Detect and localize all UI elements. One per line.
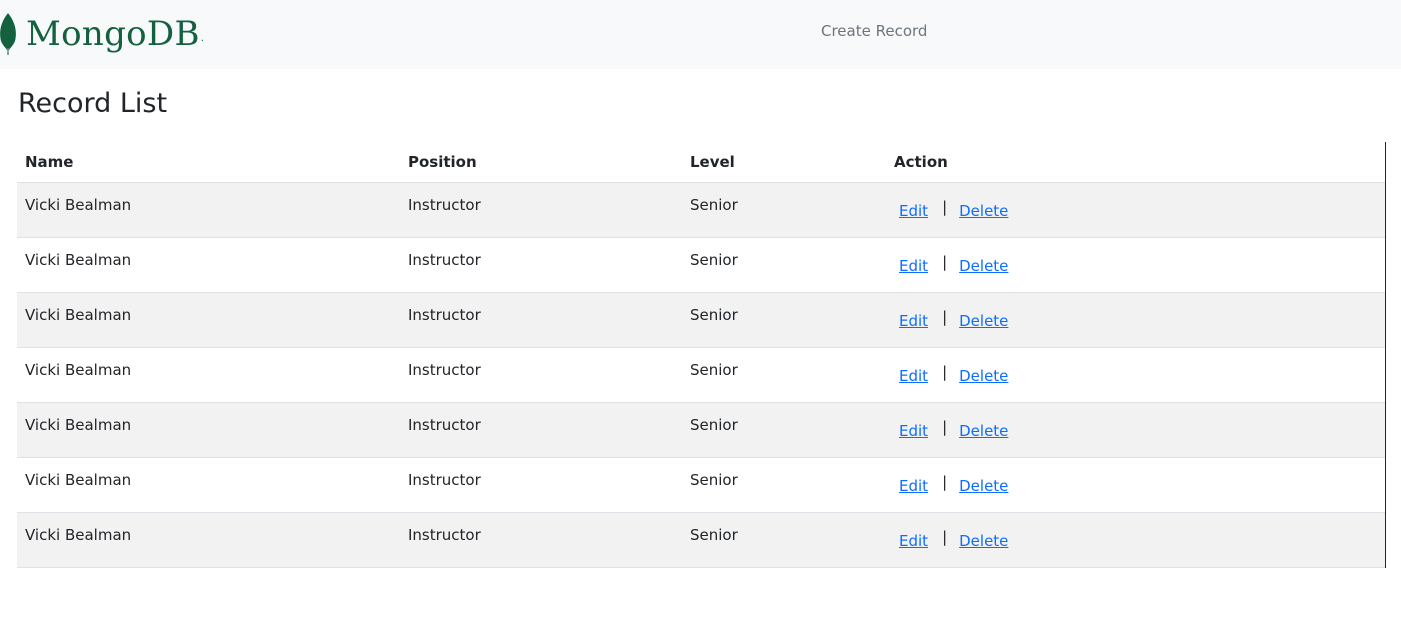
delete-link[interactable]: Delete [959,367,1008,385]
record-table-container: Name Position Level Action Vicki Bealman… [17,142,1386,568]
table-row: Vicki Bealman Instructor Senior Edit | Del… [17,457,1385,513]
cell-level: Senior [682,457,886,513]
cell-position: Instructor [400,292,682,348]
cell-action: Edit | Delete [886,182,1385,238]
cell-action: Edit | Delete [886,347,1385,403]
delete-link[interactable]: Delete [959,422,1008,440]
cell-action: Edit | Delete [886,512,1385,568]
header-position: Position [400,142,682,183]
delete-link[interactable]: Delete [959,532,1008,550]
table-header: Name Position Level Action [17,142,1385,183]
brand-logo-link[interactable]: MongoDB . [0,10,204,58]
cell-action: Edit | Delete [886,457,1385,513]
table-body: Vicki Bealman Instructor Senior Edit | Del… [17,182,1385,568]
cell-position: Instructor [400,237,682,293]
action-separator: | [942,418,948,436]
edit-link[interactable]: Edit [899,422,928,440]
delete-link[interactable]: Delete [959,202,1008,220]
cell-level: Senior [682,512,886,568]
brand-mark: . [200,33,204,44]
record-table: Name Position Level Action Vicki Bealman… [17,142,1385,568]
action-separator: | [942,528,948,546]
header-name: Name [17,142,400,183]
edit-link[interactable]: Edit [899,477,928,495]
cell-position: Instructor [400,182,682,238]
cell-position: Instructor [400,402,682,458]
cell-name: Vicki Bealman [17,292,400,348]
cell-name: Vicki Bealman [17,402,400,458]
cell-name: Vicki Bealman [17,512,400,568]
edit-link[interactable]: Edit [899,532,928,550]
cell-position: Instructor [400,512,682,568]
edit-link[interactable]: Edit [899,367,928,385]
table-row: Vicki Bealman Instructor Senior Edit | Del… [17,182,1385,238]
cell-name: Vicki Bealman [17,457,400,513]
table-row: Vicki Bealman Instructor Senior Edit | Del… [17,402,1385,458]
cell-level: Senior [682,347,886,403]
cell-name: Vicki Bealman [17,347,400,403]
delete-link[interactable]: Delete [959,312,1008,330]
action-separator: | [942,253,948,271]
cell-level: Senior [682,292,886,348]
cell-level: Senior [682,182,886,238]
cell-action: Edit | Delete [886,402,1385,458]
edit-link[interactable]: Edit [899,202,928,220]
action-separator: | [942,308,948,326]
create-record-link[interactable]: Create Record [821,22,927,40]
delete-link[interactable]: Delete [959,477,1008,495]
edit-link[interactable]: Edit [899,312,928,330]
brand-name: MongoDB [26,14,200,54]
cell-position: Instructor [400,457,682,513]
table-row: Vicki Bealman Instructor Senior Edit | Del… [17,347,1385,403]
cell-action: Edit | Delete [886,292,1385,348]
mongodb-leaf-icon [0,12,18,56]
delete-link[interactable]: Delete [959,257,1008,275]
table-row: Vicki Bealman Instructor Senior Edit | Del… [17,292,1385,348]
edit-link[interactable]: Edit [899,257,928,275]
cell-level: Senior [682,402,886,458]
action-separator: | [942,198,948,216]
header-level: Level [682,142,886,183]
cell-action: Edit | Delete [886,237,1385,293]
cell-position: Instructor [400,347,682,403]
cell-level: Senior [682,237,886,293]
cell-name: Vicki Bealman [17,182,400,238]
header-action: Action [886,142,1385,183]
cell-name: Vicki Bealman [17,237,400,293]
navbar: MongoDB . Create Record [0,0,1401,69]
action-separator: | [942,473,948,491]
table-row: Vicki Bealman Instructor Senior Edit | Del… [17,512,1385,568]
page-title: Record List [18,88,168,119]
header-row: Name Position Level Action [17,142,1385,183]
action-separator: | [942,363,948,381]
table-row: Vicki Bealman Instructor Senior Edit | Del… [17,237,1385,293]
